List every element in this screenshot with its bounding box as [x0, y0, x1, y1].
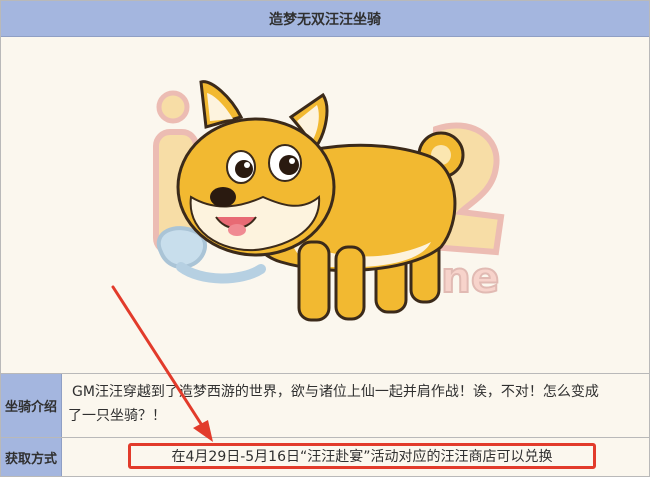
- mount-info-table: 造梦无双汪汪坐骑 ne 坐骑介绍 GM汪汪穿越到了造梦西游的世界，欲与诸位上仙一…: [0, 0, 650, 477]
- intro-row: 坐骑介绍 GM汪汪穿越到了造梦西游的世界，欲与诸位上仙一起并肩作战！诶，不对！怎…: [1, 374, 649, 438]
- table-title: 造梦无双汪汪坐骑: [1, 1, 649, 37]
- shiba-dog-illustration: ne: [153, 80, 505, 322]
- mount-image-panel: ne: [1, 37, 649, 374]
- acquire-text: 在4月29日-5月16日“汪汪赴宴”活动对应的汪汪商店可以兑换: [171, 449, 553, 465]
- intro-label: 坐骑介绍: [1, 374, 62, 437]
- svg-text:ne: ne: [441, 253, 499, 302]
- acquire-label: 获取方式: [1, 438, 62, 476]
- intro-text-line2: 了一只坐骑？！: [68, 408, 166, 424]
- intro-text-line1: GM汪汪穿越到了造梦西游的世界，欲与诸位上仙一起并肩作战！诶，不对！怎么变成: [72, 384, 599, 400]
- dog-head: [176, 80, 336, 257]
- intro-content: GM汪汪穿越到了造梦西游的世界，欲与诸位上仙一起并肩作战！诶，不对！怎么变成 了…: [62, 374, 649, 437]
